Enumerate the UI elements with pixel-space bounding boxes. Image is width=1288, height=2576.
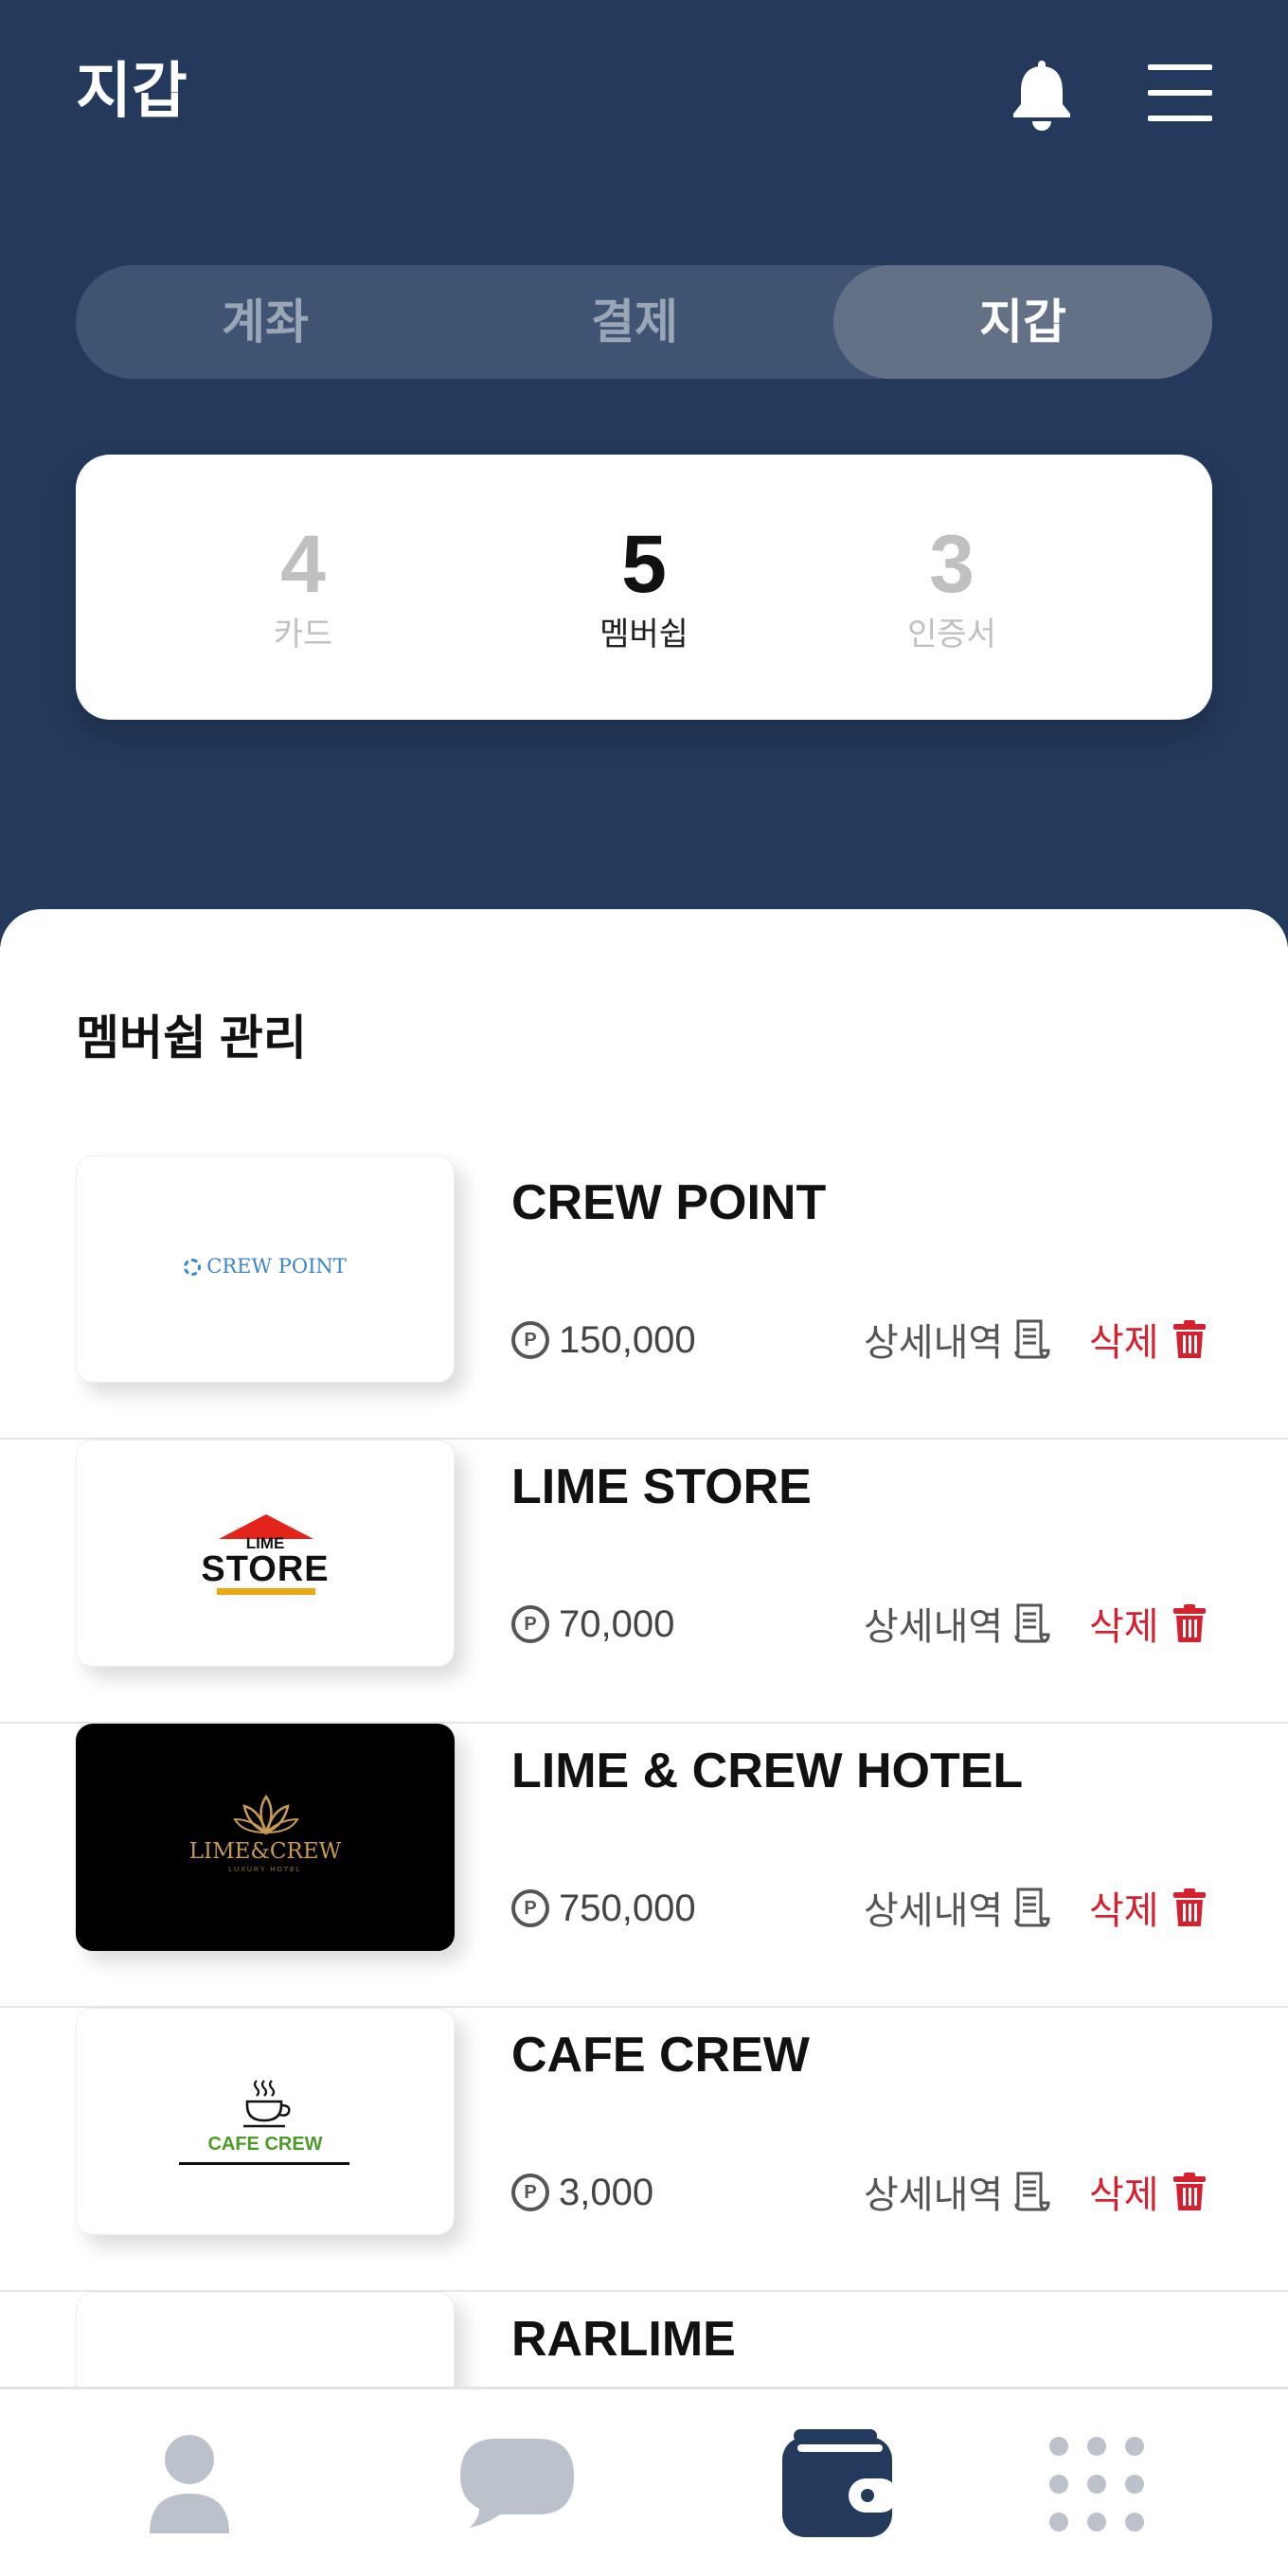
points-balance: P 750,000	[511, 1885, 696, 1932]
points-balance: P 3,000	[511, 2169, 653, 2216]
membership-name: CAFE CREW	[511, 2028, 810, 2083]
membership-name: CREW POINT	[511, 1175, 827, 1230]
tab-payment[interactable]: 결제	[455, 265, 814, 379]
coffee-cup-icon	[243, 2080, 291, 2128]
delete-button[interactable]: 삭제	[1089, 1597, 1207, 1650]
membership-logo-card[interactable]: CREW POINT	[76, 1155, 455, 1383]
membership-name: LIME STORE	[511, 1459, 812, 1514]
detail-button[interactable]: 상세내역	[864, 2165, 1050, 2218]
grid-dots-icon	[1049, 2437, 1144, 2531]
membership-row: LIME STORE LIME STORE P 70,000 상세내역 삭제	[0, 1440, 1288, 1724]
stat-count: 5	[621, 519, 667, 610]
points-value: 750,000	[559, 1887, 696, 1929]
bell-icon[interactable]	[1008, 57, 1076, 133]
receipt-icon	[1014, 1319, 1050, 1359]
stat-count: 3	[929, 519, 975, 610]
receipt-icon	[1014, 1603, 1050, 1643]
wallet-screen: 지갑 계좌 결제 지갑 4 카드 5 멤버쉽 3 인증서 멤버쉽 관리 CREW…	[0, 0, 1288, 2576]
detail-button[interactable]: 상세내역	[864, 1597, 1050, 1650]
stat-label: 카드	[273, 617, 333, 653]
points-balance: P 70,000	[511, 1601, 674, 1648]
delete-button[interactable]: 삭제	[1089, 2165, 1207, 2218]
point-icon: P	[511, 1321, 549, 1359]
trash-icon	[1172, 1888, 1206, 1926]
receipt-icon	[1014, 2172, 1050, 2211]
logo-text: CREW POINT	[77, 1255, 454, 1278]
membership-logo-card[interactable]: LIME STORE	[76, 1440, 455, 1667]
points-balance: P 150,000	[511, 1316, 696, 1364]
nav-chat[interactable]	[422, 2389, 612, 2576]
bottom-nav	[0, 2387, 1288, 2576]
trash-icon	[1172, 1320, 1206, 1358]
stat-count: 4	[280, 519, 326, 610]
membership-name: LIME & CREW HOTEL	[511, 1744, 1024, 1798]
detail-label: 상세내역	[864, 1606, 1004, 1648]
wallet-icon	[782, 2429, 898, 2537]
membership-name: RARLIME	[511, 2312, 736, 2367]
detail-button[interactable]: 상세내역	[864, 1881, 1050, 1934]
stat-label: 인증서	[907, 617, 996, 653]
membership-row: CAFE CREW CAFE CREW P 3,000 상세내역 삭제	[0, 2008, 1288, 2292]
wallet-summary-card: 4 카드 5 멤버쉽 3 인증서	[76, 455, 1212, 720]
points-value: 3,000	[559, 2171, 654, 2213]
point-icon: P	[511, 1889, 549, 1927]
logo-subtext: LUXURY HOTEL	[228, 1867, 302, 1873]
logo-text: CAFE CREW	[207, 2134, 323, 2155]
point-icon: P	[511, 1605, 549, 1643]
stat-certificates[interactable]: 3 인증서	[838, 455, 1065, 720]
detail-button[interactable]: 상세내역	[864, 1313, 1050, 1366]
membership-row: LIME&CREW LUXURY HOTEL LIME & CREW HOTEL…	[0, 1724, 1288, 2008]
membership-panel: 멤버쉽 관리 CREW POINT CREW POINT P 150,000 상…	[0, 909, 1288, 2519]
membership-row: CREW POINT CREW POINT P 150,000 상세내역 삭제	[0, 1155, 1288, 1440]
section-title: 멤버쉽 관리	[76, 1011, 307, 1064]
menu-icon[interactable]	[1146, 63, 1214, 123]
chat-bubble-icon	[460, 2439, 574, 2528]
delete-label: 삭제	[1089, 2174, 1159, 2216]
points-value: 150,000	[559, 1318, 696, 1361]
logo-text: STORE	[201, 1549, 330, 1589]
membership-logo-card[interactable]: LIME&CREW LUXURY HOTEL	[76, 1724, 455, 1951]
trash-icon	[1172, 2173, 1206, 2210]
delete-button[interactable]: 삭제	[1089, 1881, 1207, 1934]
nav-more[interactable]	[1002, 2389, 1191, 2576]
tab-account[interactable]: 계좌	[76, 265, 455, 379]
trash-icon	[1172, 1604, 1206, 1642]
top-tab-bar: 계좌 결제 지갑	[76, 265, 1212, 379]
receipt-icon	[1014, 1887, 1050, 1927]
page-title: 지갑	[76, 57, 188, 125]
stat-memberships[interactable]: 5 멤버쉽	[530, 455, 758, 720]
logo-underline	[179, 2162, 349, 2165]
nav-profile[interactable]	[95, 2389, 284, 2576]
person-icon	[150, 2435, 229, 2533]
detail-label: 상세내역	[864, 1322, 1004, 1364]
logo-underline	[217, 1588, 315, 1595]
stat-cards[interactable]: 4 카드	[189, 455, 417, 720]
membership-logo-card[interactable]: CAFE CREW	[76, 2008, 455, 2235]
header: 지갑 계좌 결제 지갑 4 카드 5 멤버쉽 3 인증서	[0, 0, 1288, 947]
delete-label: 삭제	[1089, 1890, 1159, 1932]
delete-label: 삭제	[1089, 1322, 1159, 1364]
stat-label: 멤버쉽	[599, 617, 689, 653]
tab-wallet[interactable]: 지갑	[833, 265, 1212, 379]
detail-label: 상세내역	[864, 1890, 1004, 1932]
delete-button[interactable]: 삭제	[1089, 1313, 1207, 1366]
logo-text: LIME&CREW	[188, 1839, 342, 1864]
detail-label: 상세내역	[864, 2174, 1004, 2216]
delete-label: 삭제	[1089, 1606, 1159, 1648]
point-icon: P	[511, 2174, 549, 2211]
points-value: 70,000	[559, 1602, 675, 1645]
lotus-logo-icon	[233, 1794, 299, 1835]
nav-wallet[interactable]	[744, 2389, 934, 2576]
